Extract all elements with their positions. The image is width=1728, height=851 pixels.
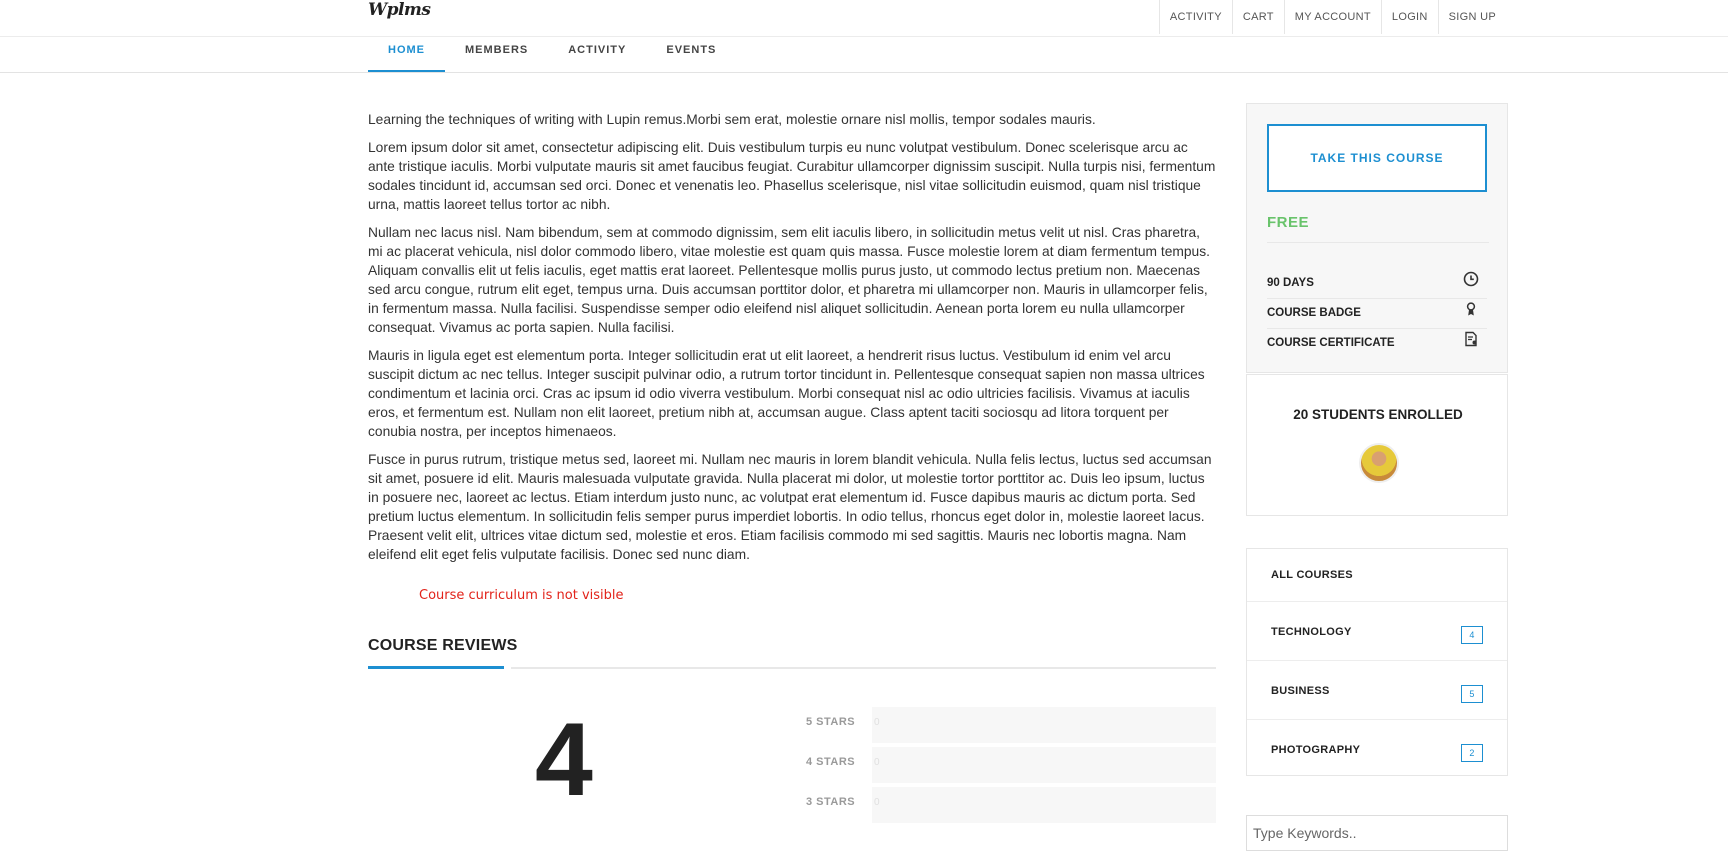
course-description: Learning the techniques of writing with … <box>368 110 1216 573</box>
nav-members[interactable]: MEMBERS <box>445 36 548 72</box>
top-link-cart[interactable]: CART <box>1231 0 1284 34</box>
feature-label: COURSE BADGE <box>1267 307 1361 319</box>
main-nav: HOME MEMBERS ACTIVITY EVENTS <box>0 36 1728 73</box>
rating-bar <box>872 747 1216 783</box>
rating-bar <box>872 787 1216 823</box>
category-business[interactable]: BUSINESS 5 <box>1247 661 1507 720</box>
description-paragraph: Nullam nec lacus nisl. Nam bibendum, sem… <box>368 225 1210 335</box>
nav-activity[interactable]: ACTIVITY <box>548 36 646 72</box>
clock-icon <box>1463 268 1479 298</box>
top-bar: Wplms ACTIVITY CART MY ACCOUNT LOGIN SIG… <box>0 0 1728 37</box>
curriculum-notice: Course curriculum is not visible <box>419 588 624 603</box>
rating-row-5: 5 STARS 0 <box>806 707 1216 747</box>
category-count-badge: 5 <box>1461 685 1483 703</box>
category-name: TECHNOLOGY <box>1271 626 1352 638</box>
rating-count: 0 <box>874 797 880 808</box>
reviews-heading-underline <box>368 666 504 669</box>
top-links: ACTIVITY CART MY ACCOUNT LOGIN SIGN UP <box>1158 0 1496 34</box>
top-link-login[interactable]: LOGIN <box>1380 0 1438 34</box>
category-name: BUSINESS <box>1271 685 1330 697</box>
course-price: FREE <box>1267 214 1310 231</box>
site-logo[interactable]: Wplms <box>368 0 431 20</box>
take-this-course-button[interactable]: TAKE THIS COURSE <box>1267 124 1487 192</box>
category-photography[interactable]: PHOTOGRAPHY 2 <box>1247 720 1507 778</box>
category-name: PHOTOGRAPHY <box>1271 744 1361 756</box>
nav-events[interactable]: EVENTS <box>646 36 736 72</box>
rating-label: 4 STARS <box>806 756 856 768</box>
reviews-divider <box>511 667 1216 669</box>
average-rating: 4 <box>535 702 593 818</box>
description-paragraph: Learning the techniques of writing with … <box>368 112 1096 127</box>
rating-label: 3 STARS <box>806 796 856 808</box>
reviews-heading: COURSE REVIEWS <box>368 637 518 654</box>
enrollment-box: 20 STUDENTS ENROLLED <box>1246 374 1508 516</box>
top-link-my-account[interactable]: MY ACCOUNT <box>1283 0 1381 34</box>
description-paragraph: Lorem ipsum dolor sit amet, consectetur … <box>368 140 1216 212</box>
rating-label: 5 STARS <box>806 716 856 728</box>
description-paragraph: Mauris in ligula eget est elementum port… <box>368 348 1205 439</box>
rating-breakdown: 5 STARS 0 4 STARS 0 3 STARS 0 <box>806 707 1216 827</box>
students-enrolled: 20 STUDENTS ENROLLED <box>1293 407 1463 422</box>
category-count-badge: 2 <box>1461 744 1483 762</box>
feature-label: 90 DAYS <box>1267 277 1314 289</box>
badge-icon <box>1463 298 1479 328</box>
course-categories: ALL COURSES TECHNOLOGY 4 BUSINESS 5 PHOT… <box>1246 548 1508 776</box>
feature-label: COURSE CERTIFICATE <box>1267 337 1395 349</box>
rating-row-3: 3 STARS 0 <box>806 787 1216 827</box>
feature-certificate: COURSE CERTIFICATE <box>1267 328 1487 358</box>
category-technology[interactable]: TECHNOLOGY 4 <box>1247 602 1507 661</box>
search-input[interactable] <box>1246 815 1508 851</box>
certificate-icon <box>1463 328 1479 358</box>
nav-home[interactable]: HOME <box>368 36 445 72</box>
price-divider <box>1267 242 1489 243</box>
description-paragraph: Fusce in purus rutrum, tristique metus s… <box>368 452 1212 562</box>
feature-duration: 90 DAYS <box>1267 268 1487 299</box>
rating-count: 0 <box>874 717 880 728</box>
rating-bar <box>872 707 1216 743</box>
course-sidebar-box: TAKE THIS COURSE FREE 90 DAYS COURSE BAD… <box>1246 103 1508 373</box>
rating-count: 0 <box>874 757 880 768</box>
top-link-sign-up[interactable]: SIGN UP <box>1437 0 1496 34</box>
student-avatar[interactable] <box>1359 443 1399 483</box>
feature-badge: COURSE BADGE <box>1267 298 1487 329</box>
rating-row-4: 4 STARS 0 <box>806 747 1216 787</box>
category-name: ALL COURSES <box>1271 569 1353 581</box>
top-link-activity[interactable]: ACTIVITY <box>1158 0 1232 34</box>
category-all-courses[interactable]: ALL COURSES <box>1247 549 1507 602</box>
category-count-badge: 4 <box>1461 626 1483 644</box>
